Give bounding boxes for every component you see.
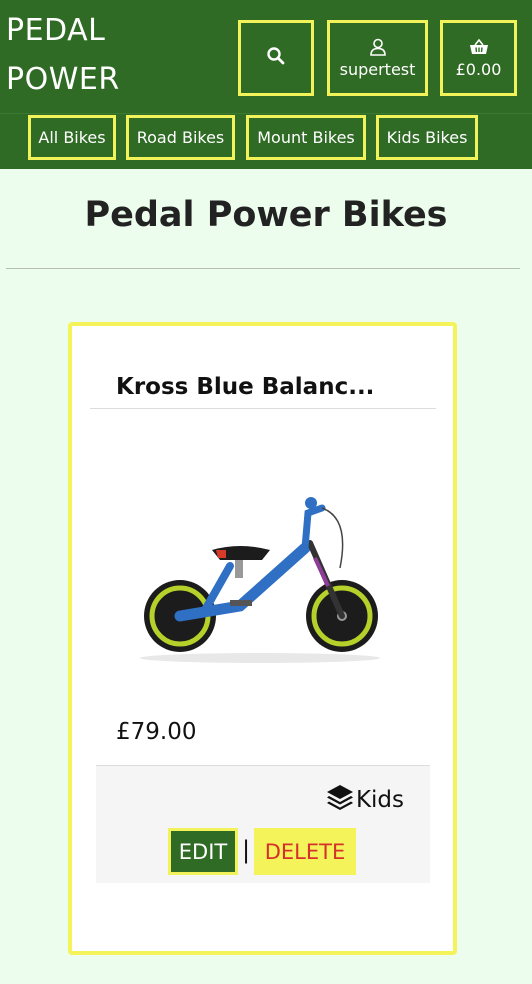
account-button[interactable]: supertest: [327, 20, 428, 96]
nav-road-bikes[interactable]: Road Bikes: [126, 115, 235, 160]
category-link[interactable]: Kids: [326, 784, 404, 816]
site-logo[interactable]: PEDAL POWER: [6, 6, 120, 104]
card-footer: Kids EDIT | DELETE: [96, 765, 430, 883]
product-card: Kross Blue Balanc... £79.00 Kids EDIT | …: [68, 322, 457, 955]
basket-total: £0.00: [455, 59, 502, 79]
action-separator: |: [242, 836, 251, 864]
product-image[interactable]: [130, 488, 390, 668]
category-nav: All Bikes Road Bikes Mount Bikes Kids Bi…: [0, 113, 532, 169]
page-title: Pedal Power Bikes: [84, 195, 448, 235]
basket-button[interactable]: £0.00: [440, 20, 517, 96]
brand-line-1: PEDAL: [6, 13, 106, 48]
top-header: PEDAL POWER supertest £0.00: [0, 0, 532, 113]
product-price: £79.00: [116, 719, 197, 745]
card-divider: [90, 408, 436, 409]
account-label: supertest: [339, 59, 416, 79]
category-label: Kids: [355, 787, 404, 813]
edit-button[interactable]: EDIT: [168, 828, 238, 875]
nav-mount-bikes[interactable]: Mount Bikes: [246, 115, 366, 160]
nav-kids-bikes[interactable]: Kids Bikes: [376, 115, 478, 160]
brand-line-2: POWER: [6, 62, 120, 97]
nav-all-bikes[interactable]: All Bikes: [28, 115, 116, 160]
search-button[interactable]: [238, 20, 314, 96]
product-name[interactable]: Kross Blue Balanc...: [116, 374, 374, 400]
layers-icon: [326, 784, 356, 816]
search-icon: [266, 46, 286, 70]
title-divider: [6, 268, 520, 269]
user-icon: [369, 38, 387, 60]
basket-icon: [469, 38, 489, 60]
delete-button[interactable]: DELETE: [254, 828, 356, 875]
